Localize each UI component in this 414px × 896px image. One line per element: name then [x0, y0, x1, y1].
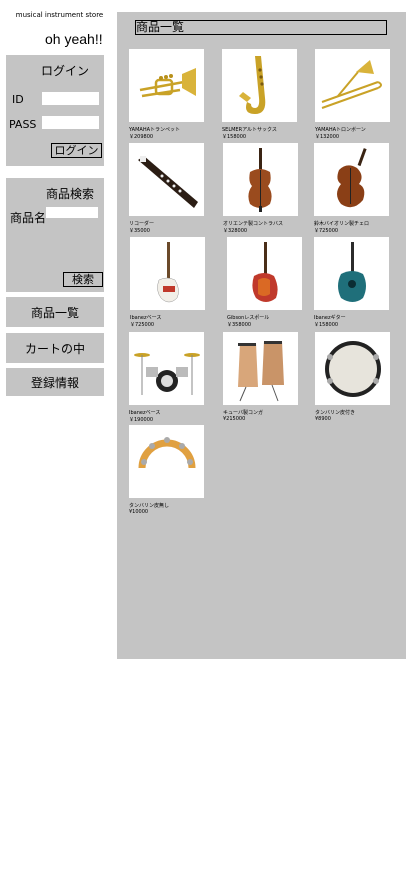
nav-cart[interactable]: カートの中: [6, 333, 104, 363]
product-name: YAMAHAトロンボーン: [315, 127, 366, 133]
electric-guitar-icon[interactable]: [227, 237, 302, 310]
product-name: キューバ製コンガ: [223, 410, 263, 416]
product-name: 鈴木バイオリン製チェロ: [314, 221, 370, 227]
product-name: タンバリン皮付き: [315, 410, 356, 416]
cello-icon[interactable]: [314, 143, 389, 216]
product-list-panel: 商品一覧 YAMAHAトランペット ￥209800 SELMERアルトサックス …: [117, 12, 406, 659]
bass-guitar-icon[interactable]: [130, 237, 205, 310]
product-name: Gibsonレスポール: [227, 315, 270, 321]
product-name: Ibanezベース: [129, 410, 161, 416]
product-price: ￥358000: [227, 322, 252, 328]
product-name: タンバリン皮無し: [129, 503, 170, 509]
saxophone-icon[interactable]: [222, 49, 297, 122]
product-price: ￥725000: [314, 228, 339, 234]
contrabass-icon[interactable]: [223, 143, 298, 216]
login-button[interactable]: ログイン: [51, 143, 102, 158]
page-title: 商品一覧: [135, 20, 387, 35]
product-price: ￥158000: [222, 134, 247, 140]
id-label: ID: [12, 93, 24, 106]
product-name-label: 商品名: [10, 211, 47, 225]
product-price: ¥10000: [129, 509, 149, 515]
product-price: ￥158000: [314, 322, 339, 328]
tagline: oh yeah!!: [45, 31, 103, 47]
trombone-icon[interactable]: [315, 49, 390, 122]
product-price: ￥328000: [223, 228, 248, 234]
product-card[interactable]: YAMAHAトランペット ￥209800: [129, 49, 219, 140]
product-price: ¥215000: [223, 416, 246, 422]
store-name: musical instrument store: [15, 11, 104, 19]
id-input[interactable]: [42, 92, 99, 105]
product-name: リコーダー: [129, 221, 155, 227]
product-name: YAMAHAトランペット: [129, 127, 181, 133]
product-name-input[interactable]: [46, 207, 98, 218]
acoustic-guitar-icon[interactable]: [314, 237, 389, 310]
tambourine-icon[interactable]: [315, 332, 390, 405]
product-card[interactable]: Ibanezギター ￥158000: [314, 237, 404, 328]
conga-icon[interactable]: [223, 332, 298, 405]
tambourine-ring-icon[interactable]: [129, 425, 204, 498]
product-price: ￥132000: [315, 134, 340, 140]
recorder-icon[interactable]: [129, 143, 204, 216]
search-title: 商品検索: [46, 187, 95, 201]
product-card[interactable]: タンバリン皮無し ¥10000: [129, 425, 219, 515]
search-button[interactable]: 検索: [63, 272, 103, 287]
product-price: ￥725000: [130, 322, 155, 328]
product-price: ￥209800: [129, 134, 154, 140]
login-panel: ログイン ID PASS ログイン: [6, 55, 104, 166]
product-card[interactable]: キューバ製コンガ ¥215000: [223, 332, 313, 422]
product-name: Ibanezベース: [130, 315, 162, 321]
product-card[interactable]: YAMAHAトロンボーン ￥132000: [315, 49, 405, 140]
product-card[interactable]: Ibanezベース ￥190000: [129, 332, 219, 423]
trumpet-icon[interactable]: [129, 49, 204, 122]
product-card[interactable]: オリエンテ製コントラバス ￥328000: [223, 143, 313, 234]
product-price: ￥190000: [129, 417, 154, 423]
product-name: SELMERアルトサックス: [222, 127, 277, 133]
product-card[interactable]: タンバリン皮付き ¥8900: [315, 332, 405, 422]
product-card[interactable]: SELMERアルトサックス ￥158000: [222, 49, 312, 140]
password-input[interactable]: [42, 116, 99, 129]
product-price: ¥8900: [315, 416, 331, 422]
product-card[interactable]: リコーダー ￥35000: [129, 143, 219, 234]
product-name: オリエンテ製コントラバス: [223, 221, 283, 227]
product-name: Ibanezギター: [314, 315, 346, 321]
nav-register[interactable]: 登録情報: [6, 368, 104, 396]
product-price: ￥35000: [129, 228, 150, 234]
login-title: ログイン: [41, 64, 90, 78]
pass-label: PASS: [9, 118, 37, 131]
nav-product-list[interactable]: 商品一覧: [6, 297, 104, 327]
product-card[interactable]: 鈴木バイオリン製チェロ ￥725000: [314, 143, 404, 234]
drum-kit-icon[interactable]: [129, 332, 204, 405]
search-panel: 商品検索 商品名 検索: [6, 178, 104, 292]
product-card[interactable]: Ibanezベース ￥725000: [130, 237, 220, 328]
product-card[interactable]: Gibsonレスポール ￥358000: [227, 237, 317, 328]
